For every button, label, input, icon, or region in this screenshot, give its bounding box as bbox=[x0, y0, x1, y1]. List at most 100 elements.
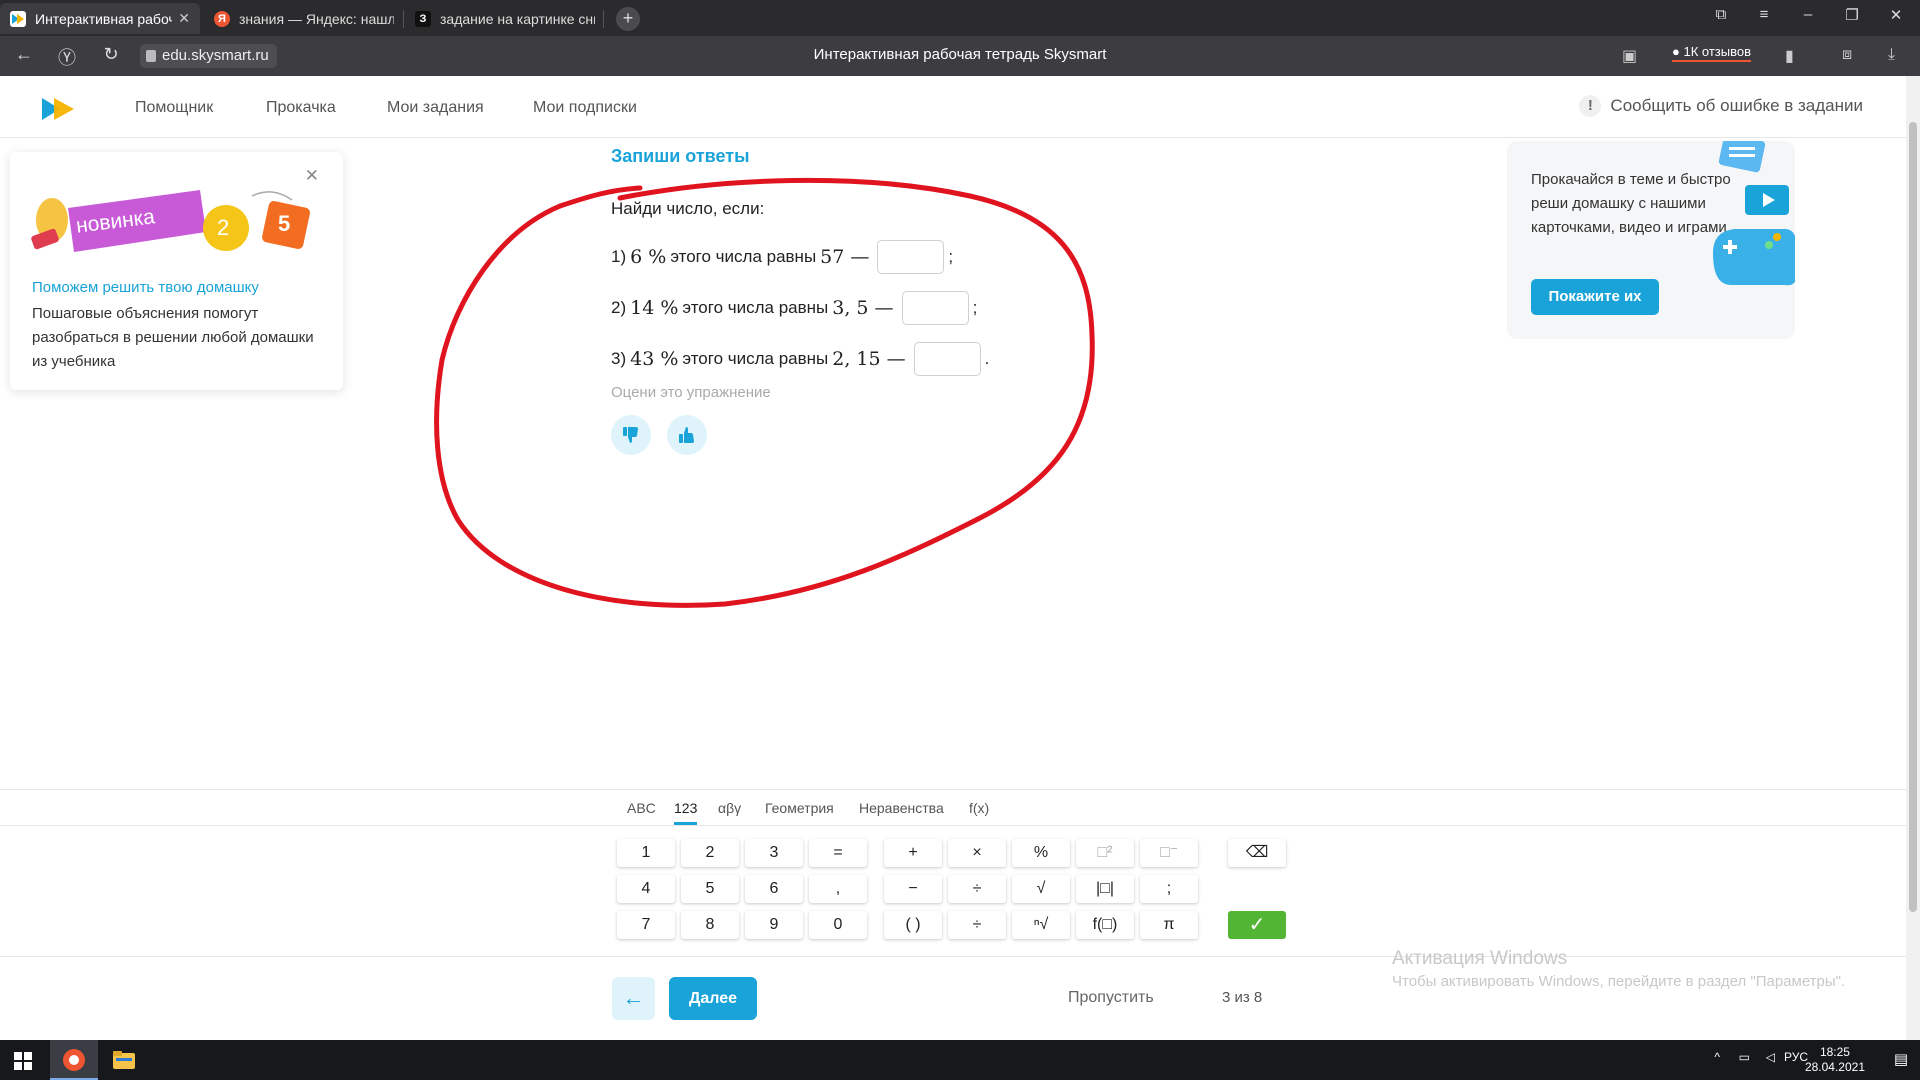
thumbs-down-icon[interactable] bbox=[611, 415, 651, 455]
item-end: ; bbox=[972, 298, 978, 317]
rate-exercise-label: Оцени это упражнение bbox=[611, 384, 771, 401]
windows-activation-watermark: Активация Windows Чтобы активировать Win… bbox=[1392, 948, 1845, 990]
kb-tab-123[interactable]: 123 bbox=[674, 800, 698, 825]
key-plus[interactable]: + bbox=[884, 839, 942, 867]
key-8[interactable]: 8 bbox=[681, 911, 739, 939]
answer-input-2[interactable] bbox=[901, 291, 969, 325]
network-icon[interactable]: ▭ bbox=[1739, 1050, 1750, 1064]
promo-link[interactable]: Поможем решить твою домашку bbox=[32, 279, 259, 296]
menu-training[interactable]: Прокачка bbox=[266, 99, 336, 117]
tab-title: Интерактивная рабоч bbox=[35, 10, 173, 27]
key-fraction[interactable]: ÷ bbox=[948, 911, 1006, 939]
tab-yandex[interactable]: Я знания — Яндекс: нашлос bbox=[204, 3, 404, 34]
item-end: . bbox=[984, 349, 990, 368]
item-value: 3, 5 — bbox=[832, 297, 894, 319]
key-4[interactable]: 4 bbox=[617, 875, 675, 903]
badge-number-two: 2 bbox=[217, 215, 230, 240]
thumbs-up-icon[interactable] bbox=[667, 415, 707, 455]
bookmarks-icon[interactable]: ⧉ bbox=[1706, 6, 1736, 23]
kb-tab-greek[interactable]: αβγ bbox=[718, 800, 741, 816]
item-number: 1) bbox=[611, 247, 627, 266]
kb-tab-abc[interactable]: ABC bbox=[627, 800, 656, 816]
tab-close-icon[interactable]: ✕ bbox=[178, 10, 190, 27]
confirm-check-icon[interactable]: ✓ bbox=[1228, 911, 1286, 939]
key-semicolon[interactable]: ; bbox=[1140, 875, 1198, 903]
task-title: Запиши ответы bbox=[611, 146, 750, 166]
backspace-icon[interactable]: ⌫ bbox=[1228, 839, 1286, 867]
restore-icon[interactable]: ❐ bbox=[1837, 6, 1867, 24]
key-parentheses[interactable]: ( ) bbox=[884, 911, 942, 939]
key-5[interactable]: 5 bbox=[681, 875, 739, 903]
key-equals[interactable]: = bbox=[809, 839, 867, 867]
answer-input-3[interactable] bbox=[913, 342, 981, 376]
scrollbar-thumb[interactable] bbox=[1909, 122, 1917, 912]
task-item-1: 1) 6 % этого числа равны 57 — ; bbox=[611, 240, 953, 274]
key-minus[interactable]: − bbox=[884, 875, 942, 903]
key-function[interactable]: f(□) bbox=[1076, 911, 1134, 939]
answer-input-1[interactable] bbox=[877, 240, 945, 274]
new-tab-button[interactable]: + bbox=[616, 7, 640, 31]
kb-tab-functions[interactable]: f(x) bbox=[969, 800, 989, 816]
yandex-browser-taskbar-icon[interactable] bbox=[50, 1040, 98, 1080]
minimize-icon[interactable]: – bbox=[1793, 6, 1823, 23]
key-7[interactable]: 7 bbox=[617, 911, 675, 939]
tray-arrow-icon[interactable]: ^ bbox=[1714, 1050, 1720, 1064]
next-button[interactable]: Далее bbox=[669, 977, 757, 1020]
item-text: этого числа равны bbox=[682, 298, 829, 317]
key-0[interactable]: 0 bbox=[809, 911, 867, 939]
system-clock[interactable]: 18:25 28.04.2021 bbox=[1805, 1045, 1865, 1075]
tab-separator bbox=[403, 10, 404, 28]
item-percent: 6 % bbox=[630, 246, 667, 268]
activation-text: Чтобы активировать Windows, перейдите в … bbox=[1392, 973, 1846, 990]
key-multiply[interactable]: × bbox=[948, 839, 1006, 867]
key-pi[interactable]: π bbox=[1140, 911, 1198, 939]
key-divide[interactable]: ÷ bbox=[948, 875, 1006, 903]
show-them-button[interactable]: Покажите их bbox=[1531, 279, 1659, 315]
bookmark-icon[interactable]: ▮ bbox=[1785, 46, 1794, 66]
key-sqrt[interactable]: √ bbox=[1012, 875, 1070, 903]
menu-assistant[interactable]: Помощник bbox=[135, 99, 213, 117]
key-power[interactable]: □⁻ bbox=[1140, 839, 1198, 867]
menu-icon[interactable]: ≡ bbox=[1749, 6, 1779, 23]
tab-title: знания — Яндекс: нашлос bbox=[239, 10, 394, 27]
znanija-favicon-icon: З bbox=[415, 10, 431, 27]
key-9[interactable]: 9 bbox=[745, 911, 803, 939]
key-percent[interactable]: % bbox=[1012, 839, 1070, 867]
reviews-label: 1К отзывов bbox=[1683, 44, 1751, 59]
site-header: Помощник Прокачка Мои задания Мои подпис… bbox=[0, 76, 1920, 138]
skip-button[interactable]: Пропустить bbox=[1068, 989, 1154, 1007]
key-abs[interactable]: |□| bbox=[1076, 875, 1134, 903]
key-3[interactable]: 3 bbox=[745, 839, 803, 867]
key-2[interactable]: 2 bbox=[681, 839, 739, 867]
report-error-link[interactable]: ! Сообщить об ошибке в задании bbox=[1579, 95, 1863, 117]
notifications-icon[interactable]: ▤ bbox=[1894, 1050, 1908, 1068]
task-item-3: 3) 43 % этого числа равны 2, 15 — . bbox=[611, 342, 989, 376]
keyboard-tabs: ABC 123 αβγ Геометрия Неравенства f(x) bbox=[0, 789, 1906, 826]
windows-start-icon[interactable] bbox=[14, 1052, 32, 1075]
item-percent: 14 % bbox=[630, 297, 679, 319]
browser-tab-bar: Интерактивная рабоч ✕ Я знания — Яндекс:… bbox=[0, 0, 1920, 36]
item-number: 2) bbox=[611, 298, 627, 317]
key-6[interactable]: 6 bbox=[745, 875, 803, 903]
tab-znanija[interactable]: З задание на картинке сни bbox=[405, 3, 605, 34]
kb-tab-inequalities[interactable]: Неравенства bbox=[859, 800, 944, 816]
kb-tab-geometry[interactable]: Геометрия bbox=[765, 800, 834, 816]
reviews-button[interactable]: ● 1К отзывов bbox=[1672, 44, 1751, 62]
menu-my-subscriptions[interactable]: Мои подписки bbox=[533, 99, 637, 117]
menu-my-tasks[interactable]: Мои задания bbox=[387, 99, 484, 117]
file-explorer-icon[interactable] bbox=[100, 1040, 148, 1080]
tab-skysmart[interactable]: Интерактивная рабоч ✕ bbox=[0, 3, 200, 34]
scrollbar[interactable] bbox=[1906, 76, 1920, 1040]
extensions-icon[interactable]: ▣ bbox=[1622, 46, 1637, 66]
key-nth-root[interactable]: ⁿ√ bbox=[1012, 911, 1070, 939]
collections-icon[interactable]: ⧈ bbox=[1842, 46, 1852, 64]
promo-description: Пошаговые объяснения помогут разобраться… bbox=[32, 305, 314, 370]
window-close-icon[interactable]: ✕ bbox=[1881, 6, 1911, 24]
skysmart-logo[interactable] bbox=[42, 98, 74, 125]
volume-icon[interactable]: ◁ bbox=[1766, 1050, 1775, 1064]
key-square[interactable]: □² bbox=[1076, 839, 1134, 867]
download-icon[interactable]: ⤓ bbox=[1888, 46, 1895, 64]
key-comma[interactable]: , bbox=[809, 875, 867, 903]
key-1[interactable]: 1 bbox=[617, 839, 675, 867]
back-button[interactable]: ← bbox=[612, 977, 655, 1020]
